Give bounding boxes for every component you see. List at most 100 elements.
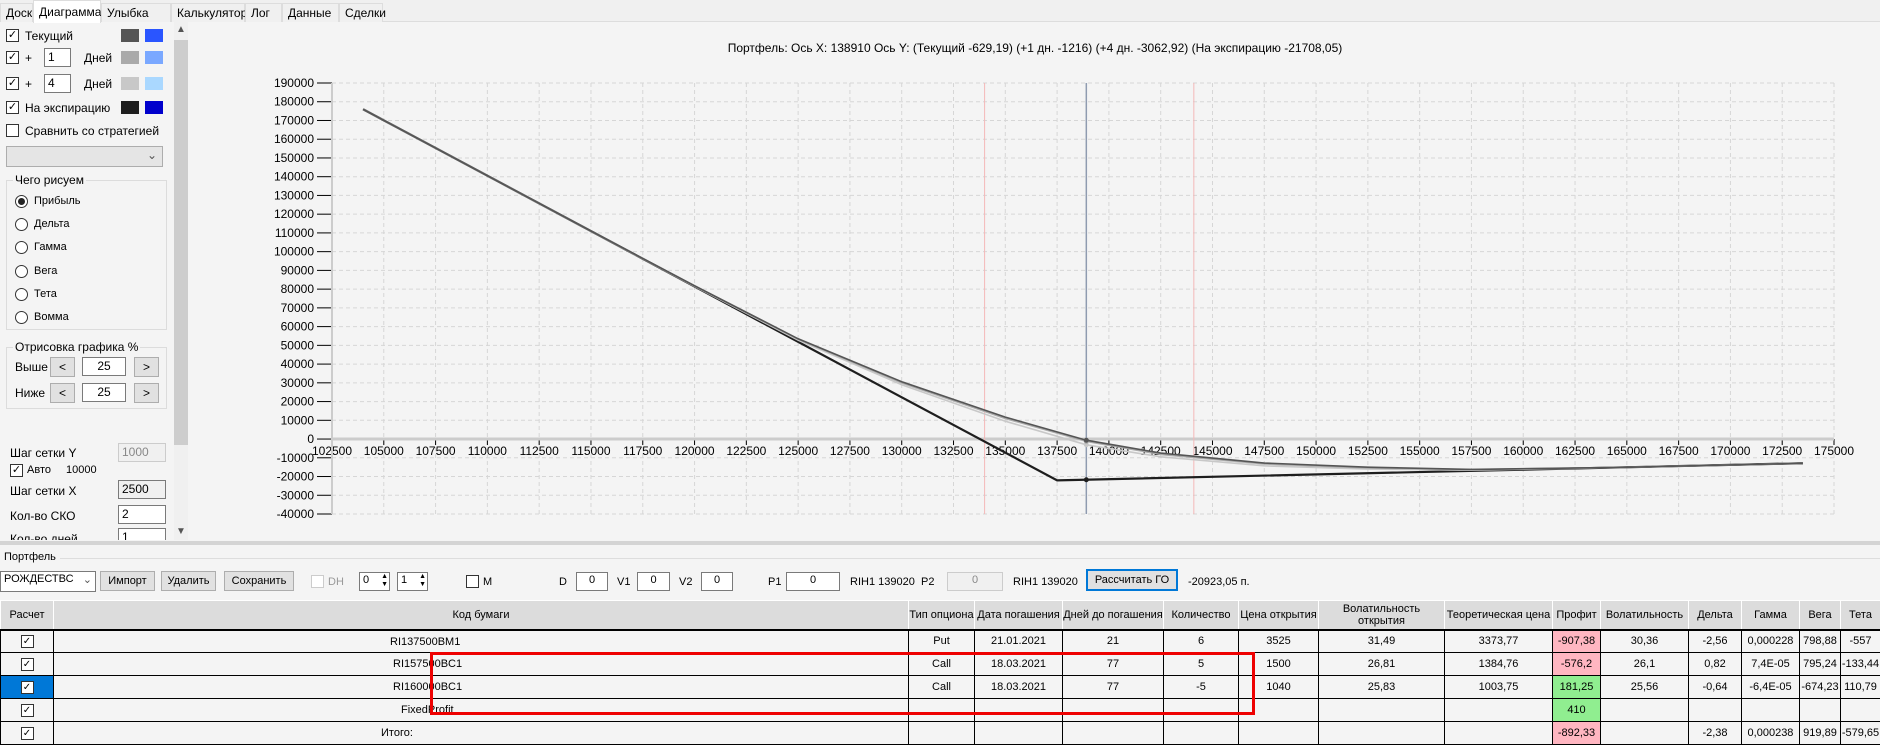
cell-8[interactable]: 181,25 xyxy=(1553,676,1601,699)
spin-arrows-icon[interactable]: ▲▼ xyxy=(381,573,388,589)
cell-3[interactable]: 77 xyxy=(1063,676,1164,699)
calc-cell[interactable]: ✓ xyxy=(1,722,54,745)
cell-5[interactable]: 1500 xyxy=(1239,653,1319,676)
cell-4[interactable]: 6 xyxy=(1164,630,1239,653)
splitter[interactable] xyxy=(0,541,1880,545)
calc-cell[interactable]: ✓ xyxy=(1,699,54,722)
cell-12[interactable]: 798,88 xyxy=(1800,630,1841,653)
column-header[interactable]: Теоретическая цена xyxy=(1445,601,1553,630)
calc-checkbox[interactable]: ✓ xyxy=(21,658,34,671)
column-header[interactable]: Дата погашения xyxy=(975,601,1063,630)
cell-13[interactable] xyxy=(1841,699,1880,722)
calc-checkbox[interactable]: ✓ xyxy=(21,704,34,717)
table-row[interactable]: ✓RI157500BC1Call18.03.2021775150026,8113… xyxy=(1,653,1880,676)
p1-input[interactable]: 0 xyxy=(786,572,840,591)
cell-7[interactable] xyxy=(1445,699,1553,722)
cell-12[interactable]: 795,24 xyxy=(1800,653,1841,676)
cell-11[interactable]: 7,4E-05 xyxy=(1742,653,1800,676)
column-header[interactable]: Цена открытия xyxy=(1239,601,1319,630)
spin-arrows-icon[interactable]: ▲▼ xyxy=(419,573,426,589)
d-input[interactable]: 0 xyxy=(576,572,608,591)
cell-7[interactable]: 1384,76 xyxy=(1445,653,1553,676)
cell-2[interactable]: 18.03.2021 xyxy=(975,653,1063,676)
cell-0[interactable]: RI160000BC1 xyxy=(54,676,909,699)
calc-cell[interactable]: ✓ xyxy=(1,630,54,653)
save-button[interactable]: Сохранить xyxy=(224,571,294,591)
table-row[interactable]: ✓Итого:-892,33-2,380,000238919,89-579,65 xyxy=(1,722,1880,745)
cell-2[interactable] xyxy=(975,699,1063,722)
cell-6[interactable]: 31,49 xyxy=(1319,630,1445,653)
cell-8[interactable]: -892,33 xyxy=(1553,722,1601,745)
column-header[interactable]: Тип опциона xyxy=(909,601,975,630)
cell-5[interactable]: 1040 xyxy=(1239,676,1319,699)
v2-input[interactable]: 0 xyxy=(701,572,733,591)
cell-9[interactable]: 25,56 xyxy=(1601,676,1689,699)
cell-0[interactable]: Итого: xyxy=(54,722,909,745)
column-header[interactable]: Профит xyxy=(1553,601,1601,630)
cell-9[interactable]: 26,1 xyxy=(1601,653,1689,676)
cell-10[interactable]: -2,38 xyxy=(1689,722,1742,745)
cell-11[interactable] xyxy=(1742,699,1800,722)
cell-11[interactable]: -6,4E-05 xyxy=(1742,676,1800,699)
m-checkbox[interactable] xyxy=(466,575,479,588)
cell-7[interactable]: 3373,77 xyxy=(1445,630,1553,653)
cell-4[interactable]: 5 xyxy=(1164,653,1239,676)
cell-1[interactable]: Call xyxy=(909,676,975,699)
column-header[interactable]: Дней до погашения xyxy=(1063,601,1164,630)
cell-13[interactable]: 110,79 xyxy=(1841,676,1880,699)
cell-4[interactable] xyxy=(1164,699,1239,722)
cell-9[interactable] xyxy=(1601,699,1689,722)
column-header[interactable]: Вега xyxy=(1800,601,1841,630)
cell-2[interactable] xyxy=(975,722,1063,745)
import-button[interactable]: Импорт xyxy=(100,571,155,591)
cell-5[interactable] xyxy=(1239,722,1319,745)
spin-0[interactable]: 0▲▼ xyxy=(359,572,390,591)
cell-1[interactable]: Call xyxy=(909,653,975,676)
cell-4[interactable]: -5 xyxy=(1164,676,1239,699)
cell-12[interactable] xyxy=(1800,699,1841,722)
cell-0[interactable]: RI157500BC1 xyxy=(54,653,909,676)
payoff-chart[interactable]: 1025001050001075001100001125001150001175… xyxy=(0,0,1880,545)
cell-10[interactable]: -0,64 xyxy=(1689,676,1742,699)
delete-button[interactable]: Удалить xyxy=(161,571,216,591)
cell-12[interactable]: -674,23 xyxy=(1800,676,1841,699)
p2-input[interactable]: 0 xyxy=(947,572,1003,591)
cell-3[interactable] xyxy=(1063,699,1164,722)
spin-1[interactable]: 1▲▼ xyxy=(397,572,428,591)
cell-1[interactable] xyxy=(909,699,975,722)
column-header[interactable]: Количество xyxy=(1164,601,1239,630)
cell-5[interactable]: 3525 xyxy=(1239,630,1319,653)
cell-0[interactable]: RI137500BM1 xyxy=(54,630,909,653)
cell-1[interactable]: Put xyxy=(909,630,975,653)
cell-10[interactable]: 0,82 xyxy=(1689,653,1742,676)
calc-cell[interactable]: ✓ xyxy=(1,676,54,699)
column-header[interactable]: Волатильность xyxy=(1601,601,1689,630)
cell-3[interactable]: 77 xyxy=(1063,653,1164,676)
column-header[interactable]: Тета xyxy=(1841,601,1880,630)
portfolio-select[interactable]: РОЖДЕСТВС⌄ xyxy=(0,571,96,592)
cell-13[interactable]: -557 xyxy=(1841,630,1880,653)
column-header[interactable]: Дельта xyxy=(1689,601,1742,630)
calculate-go-button[interactable]: Рассчитать ГО xyxy=(1086,569,1178,591)
cell-13[interactable]: -579,65 xyxy=(1841,722,1880,745)
cell-13[interactable]: -133,44 xyxy=(1841,653,1880,676)
cell-8[interactable]: 410 xyxy=(1553,699,1601,722)
cell-10[interactable] xyxy=(1689,699,1742,722)
cell-11[interactable]: 0,000228 xyxy=(1742,630,1800,653)
cell-10[interactable]: -2,56 xyxy=(1689,630,1742,653)
cell-8[interactable]: -907,38 xyxy=(1553,630,1601,653)
table-row[interactable]: ✓RI160000BC1Call18.03.202177-5104025,831… xyxy=(1,676,1880,699)
table-row[interactable]: ✓FixedProfit410 xyxy=(1,699,1880,722)
calc-cell[interactable]: ✓ xyxy=(1,653,54,676)
cell-12[interactable]: 919,89 xyxy=(1800,722,1841,745)
cell-2[interactable]: 18.03.2021 xyxy=(975,676,1063,699)
cell-6[interactable] xyxy=(1319,722,1445,745)
column-header[interactable]: Расчет xyxy=(1,601,54,630)
cell-7[interactable]: 1003,75 xyxy=(1445,676,1553,699)
cell-1[interactable] xyxy=(909,722,975,745)
dh-checkbox[interactable] xyxy=(311,575,324,588)
cell-5[interactable] xyxy=(1239,699,1319,722)
calc-checkbox[interactable]: ✓ xyxy=(21,635,34,648)
cell-9[interactable]: 30,36 xyxy=(1601,630,1689,653)
cell-7[interactable] xyxy=(1445,722,1553,745)
